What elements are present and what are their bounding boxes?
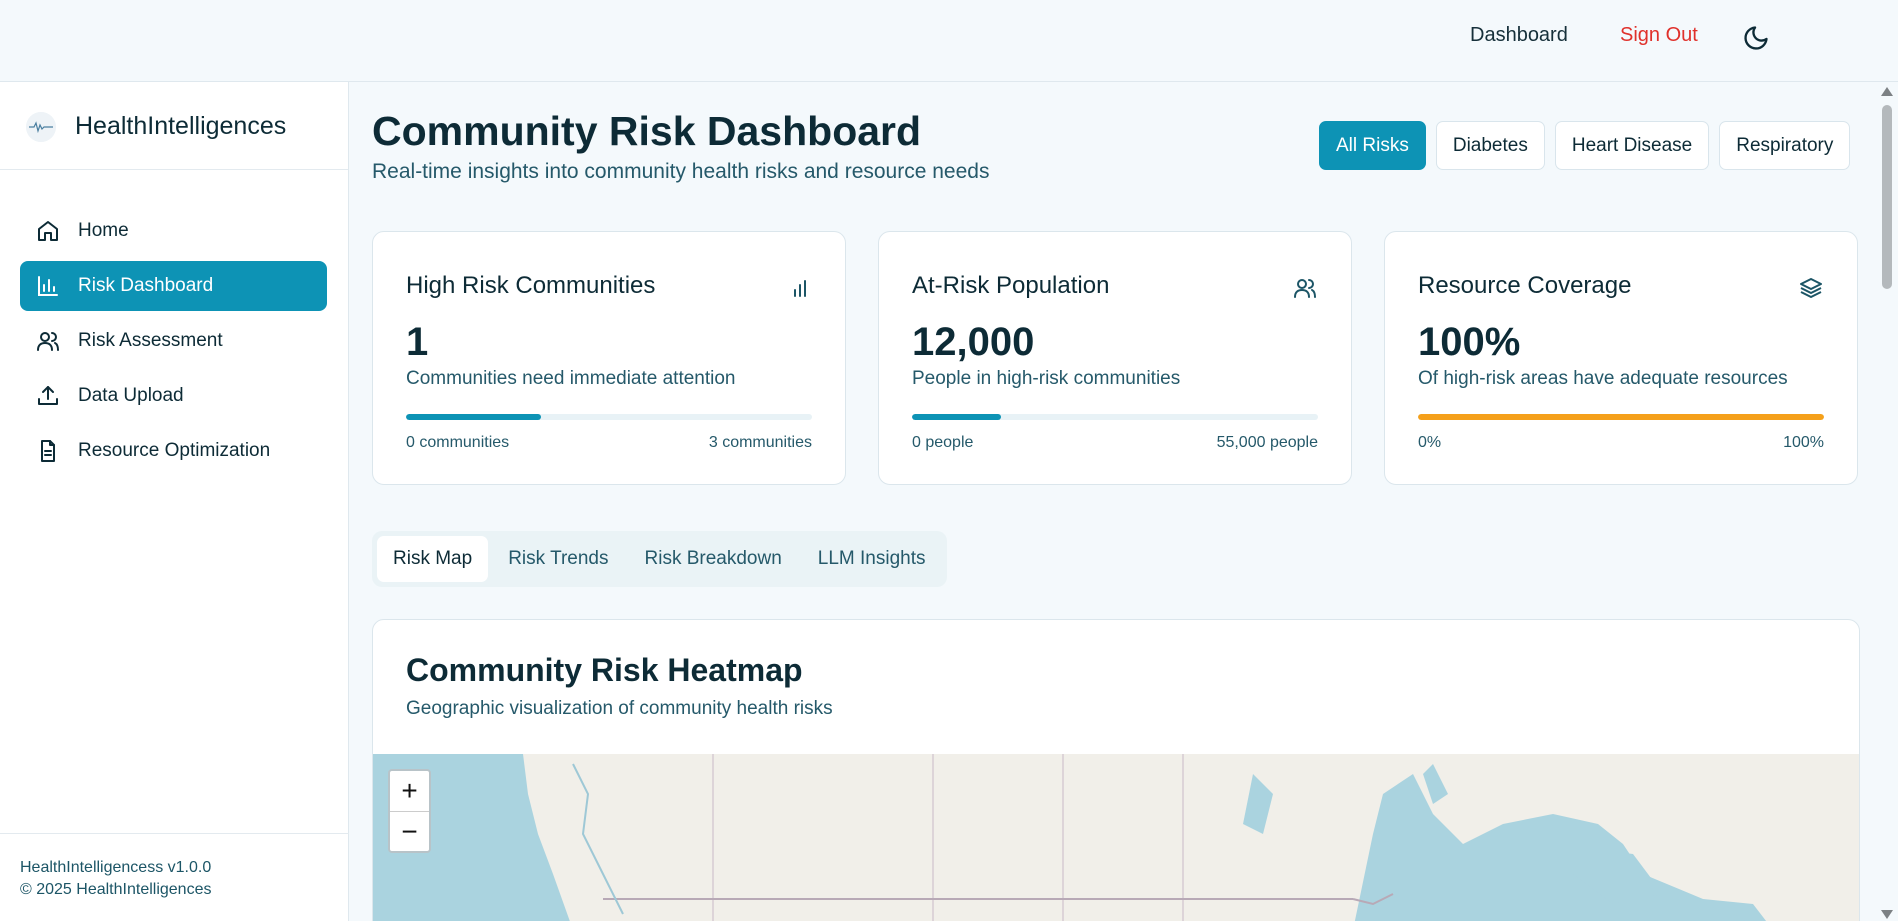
brand: HealthIntelligences: [0, 82, 348, 170]
nav-dashboard-link[interactable]: Dashboard: [1470, 24, 1568, 47]
progress-min-label: 0%: [1418, 434, 1442, 451]
sidebar-item-risk-assessment[interactable]: Risk Assessment: [20, 316, 327, 366]
sidebar: HealthIntelligences Home Risk Dashboard …: [0, 82, 349, 921]
card-title: At-Risk Population: [912, 272, 1110, 299]
filter-heart-disease-button[interactable]: Heart Disease: [1554, 121, 1710, 170]
resource-coverage-card: Resource Coverage 100% Of high-risk area…: [1384, 231, 1858, 485]
sidebar-item-resource-optimization[interactable]: Resource Optimization: [20, 426, 327, 476]
sidebar-item-label: Risk Dashboard: [78, 275, 214, 296]
progress-bar: [406, 414, 812, 420]
progress-bar: [912, 414, 1318, 420]
card-title: Resource Coverage: [1418, 272, 1632, 299]
sign-out-link[interactable]: Sign Out: [1620, 24, 1698, 47]
progress-fill: [912, 414, 1001, 420]
version-text: HealthIntelligencess v1.0.0: [20, 859, 212, 876]
scroll-down-arrow[interactable]: [1881, 910, 1893, 919]
sidebar-item-data-upload[interactable]: Data Upload: [20, 371, 327, 421]
progress-max-label: 100%: [1783, 434, 1824, 451]
sidebar-item-risk-dashboard[interactable]: Risk Dashboard: [20, 261, 327, 311]
tab-llm-insights[interactable]: LLM Insights: [802, 536, 942, 582]
logo-icon: [26, 112, 56, 142]
card-value: 12,000: [912, 320, 1035, 364]
upload-icon: [38, 386, 58, 405]
progress-fill: [406, 414, 542, 420]
sidebar-item-home[interactable]: Home: [20, 206, 327, 256]
zoom-in-button[interactable]: +: [390, 771, 429, 811]
sidebar-item-label: Resource Optimization: [78, 440, 271, 461]
tab-risk-breakdown[interactable]: Risk Breakdown: [629, 536, 798, 582]
home-icon: [38, 221, 58, 241]
high-risk-communities-card: High Risk Communities 1 Communities need…: [372, 231, 846, 485]
card-description: Of high-risk areas have adequate resourc…: [1418, 368, 1788, 389]
progress-min-label: 0 communities: [406, 434, 510, 451]
layers-icon: [1800, 278, 1822, 298]
bar-chart-icon: [794, 280, 806, 297]
scroll-up-arrow[interactable]: [1881, 87, 1893, 96]
users-icon: [1294, 279, 1316, 298]
page-scrollbar[interactable]: [1874, 82, 1898, 921]
heatmap-subtitle: Geographic visualization of community he…: [406, 698, 833, 719]
main-content: Community Risk Dashboard Real-time insig…: [350, 82, 1874, 921]
copyright-text: © 2025 HealthIntelligences: [20, 881, 212, 898]
brand-name[interactable]: HealthIntelligences: [75, 112, 286, 141]
heatmap-title: Community Risk Heatmap: [406, 652, 803, 688]
moon-icon[interactable]: [1742, 24, 1770, 52]
tab-risk-trends[interactable]: Risk Trends: [492, 536, 624, 582]
card-title: High Risk Communities: [406, 272, 656, 299]
progress-fill: [1418, 414, 1824, 420]
sidebar-footer: HealthIntelligencess v1.0.0 © 2025 Healt…: [0, 833, 349, 921]
card-description: People in high-risk communities: [912, 368, 1181, 389]
zoom-out-button[interactable]: −: [390, 811, 429, 851]
top-bar: Dashboard Sign Out: [0, 0, 1898, 82]
sidebar-item-label: Home: [78, 220, 129, 241]
sidebar-item-label: Data Upload: [78, 385, 184, 406]
zoom-control: + −: [388, 769, 431, 853]
tab-risk-map[interactable]: Risk Map: [377, 536, 489, 582]
risk-heatmap-card: Community Risk Heatmap Geographic visual…: [372, 619, 1860, 921]
progress-max-label: 3 communities: [708, 434, 812, 451]
progress-bar: [1418, 414, 1824, 420]
progress-max-label: 55,000 people: [1216, 434, 1318, 451]
sidebar-item-label: Risk Assessment: [78, 330, 223, 351]
users-icon: [37, 332, 59, 351]
card-value: 100%: [1418, 320, 1521, 364]
sidebar-nav: Home Risk Dashboard Risk Assessment Data…: [20, 206, 327, 481]
filter-diabetes-button[interactable]: Diabetes: [1435, 121, 1545, 170]
at-risk-population-card: At-Risk Population 12,000 People in high…: [878, 231, 1352, 485]
filter-respiratory-button[interactable]: Respiratory: [1719, 121, 1851, 170]
filter-all-risks-button[interactable]: All Risks: [1319, 121, 1426, 170]
page-title: Community Risk Dashboard: [372, 108, 922, 154]
risk-filter-group: All Risks Diabetes Heart Disease Respira…: [1319, 121, 1851, 170]
page-subtitle: Real-time insights into community health…: [372, 160, 990, 183]
map-view[interactable]: + −: [373, 754, 1859, 921]
card-value: 1: [406, 320, 429, 364]
scrollbar-thumb[interactable]: [1882, 105, 1892, 289]
map-tiles: [523, 754, 1859, 921]
view-tabs: Risk Map Risk Trends Risk Breakdown LLM …: [372, 531, 947, 587]
progress-min-label: 0 people: [912, 434, 974, 451]
file-text-icon: [41, 440, 55, 462]
card-description: Communities need immediate attention: [406, 368, 736, 389]
bar-chart-icon: [38, 276, 58, 296]
